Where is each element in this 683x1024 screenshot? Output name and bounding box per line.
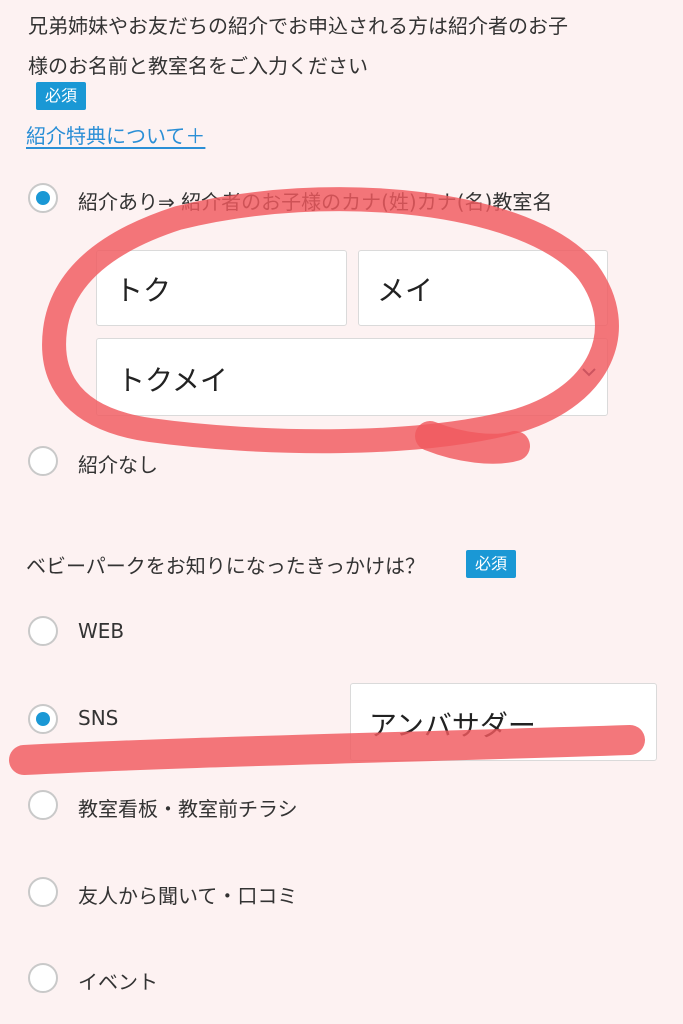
highlighter-circle-tail bbox=[415, 421, 530, 464]
referrer-classroom-value: トクメイ bbox=[117, 364, 228, 397]
referral-yes-label: 紹介あり⇒ 紹介者のお子様のカナ(姓)カナ(名)教室名 bbox=[78, 190, 553, 214]
source-question-label: ベビーパークをお知りになったきっかけは？ bbox=[26, 554, 425, 578]
referrer-given-kana-value: メイ bbox=[377, 274, 434, 307]
referrer-given-kana-input[interactable]: メイ bbox=[358, 250, 608, 326]
source-required-badge: 必須 bbox=[466, 550, 517, 578]
source-option-signboard-label: 教室看板・教室前チラシ bbox=[78, 797, 298, 821]
referral-yes-radio[interactable] bbox=[28, 183, 58, 213]
required-badge: 必須 bbox=[36, 82, 87, 110]
sns-detail-value: アンバサダー bbox=[369, 709, 536, 742]
sns-detail-input[interactable]: アンバサダー bbox=[350, 683, 657, 761]
chevron-down-icon bbox=[582, 368, 596, 377]
source-option-word-of-mouth-radio[interactable] bbox=[28, 877, 58, 907]
referrer-classroom-select[interactable]: トクメイ bbox=[96, 338, 608, 416]
referral-question: 兄弟姉妹やお友だちの紹介でお申込される方は紹介者のお子 様のお名前と教室名をご入… bbox=[28, 6, 668, 86]
source-option-event-label: イベント bbox=[78, 970, 158, 994]
referral-no-label: 紹介なし bbox=[78, 453, 158, 477]
referral-question-line1: 兄弟姉妹やお友だちの紹介でお申込される方は紹介者のお子 bbox=[28, 14, 568, 38]
referrer-surname-kana-input[interactable]: トク bbox=[96, 250, 347, 326]
referral-question-line2: 様のお名前と教室名をご入力ください bbox=[28, 54, 368, 78]
source-option-event-radio[interactable] bbox=[28, 963, 58, 993]
referrer-surname-kana-value: トク bbox=[115, 274, 172, 307]
referral-no-radio[interactable] bbox=[28, 446, 58, 476]
source-option-signboard-radio[interactable] bbox=[28, 790, 58, 820]
source-option-word-of-mouth-label: 友人から聞いて・口コミ bbox=[78, 884, 298, 908]
source-option-web-radio[interactable] bbox=[28, 616, 58, 646]
highlighter-annotations bbox=[9, 187, 645, 775]
source-option-sns-label: SNS bbox=[78, 706, 119, 730]
referral-benefit-link[interactable]: 紹介特典について＋ bbox=[26, 120, 205, 149]
source-option-sns-radio[interactable] bbox=[28, 704, 58, 734]
source-option-web-label: WEB bbox=[78, 619, 125, 643]
